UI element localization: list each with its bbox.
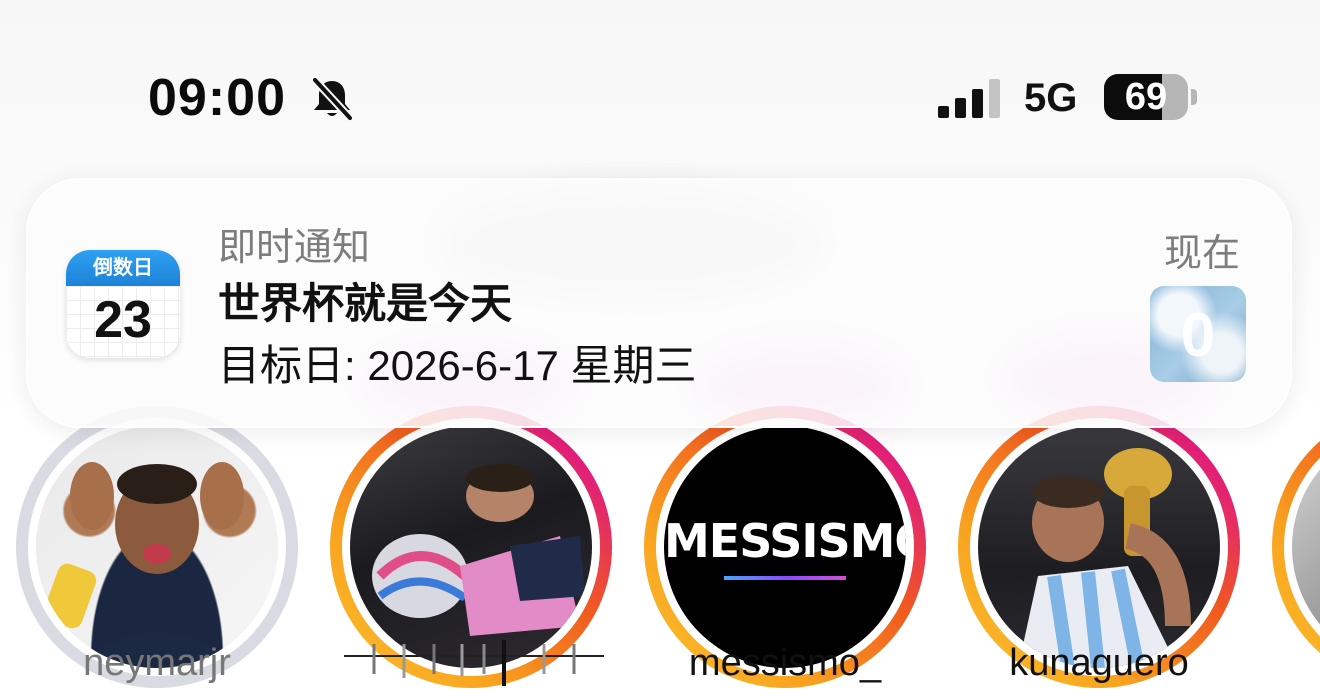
notification-thumbnail: 0 <box>1150 286 1246 382</box>
bell-off-icon <box>312 77 353 121</box>
app-icon-day: 23 <box>94 291 152 349</box>
notification-banner[interactable]: 倒数日 23 即时通知 世界杯就是今天 目标日: 2026-6-17 星期三 现… <box>26 178 1292 428</box>
battery-percentage: 69 <box>1124 76 1168 118</box>
story-username[interactable]: messismo_ <box>625 642 945 685</box>
calendar-app-icon: 倒数日 23 <box>66 250 180 358</box>
story-avatar <box>978 426 1220 668</box>
story-avatar: MESSISMO <box>664 426 906 668</box>
story-username[interactable]: kunaguero <box>939 642 1259 685</box>
notification-title: 世界杯就是今天 <box>218 280 513 327</box>
status-time: 09:00 <box>148 69 286 127</box>
battery-tip <box>1191 89 1197 105</box>
story-username-redacted <box>344 640 604 686</box>
person-illustration <box>43 462 244 668</box>
battery-indicator: 69 <box>1104 74 1188 120</box>
network-type: 5G <box>1024 76 1078 120</box>
thumbnail-number: 0 <box>1180 301 1216 370</box>
logo-underline <box>724 576 846 580</box>
story-username[interactable]: ya <box>1253 642 1320 685</box>
notification-body: 目标日: 2026-6-17 星期三 <box>218 342 697 389</box>
screen: 09:00 5G 69 neymarjr MESSISMO messismo_ … <box>0 0 1320 696</box>
app-icon-label: 倒数日 <box>66 250 180 286</box>
trophy-celebration-illustration <box>1018 448 1191 668</box>
notification-time: 现在 <box>1163 233 1240 275</box>
notification-app-name: 即时通知 <box>218 227 371 269</box>
story-username[interactable]: neymarjr <box>0 642 317 685</box>
story-avatar <box>36 426 278 668</box>
racing-driver-illustration <box>372 464 585 636</box>
signal-icon <box>938 79 1000 118</box>
story-avatar <box>350 426 592 668</box>
messismo-logo: MESSISMO <box>664 514 906 568</box>
